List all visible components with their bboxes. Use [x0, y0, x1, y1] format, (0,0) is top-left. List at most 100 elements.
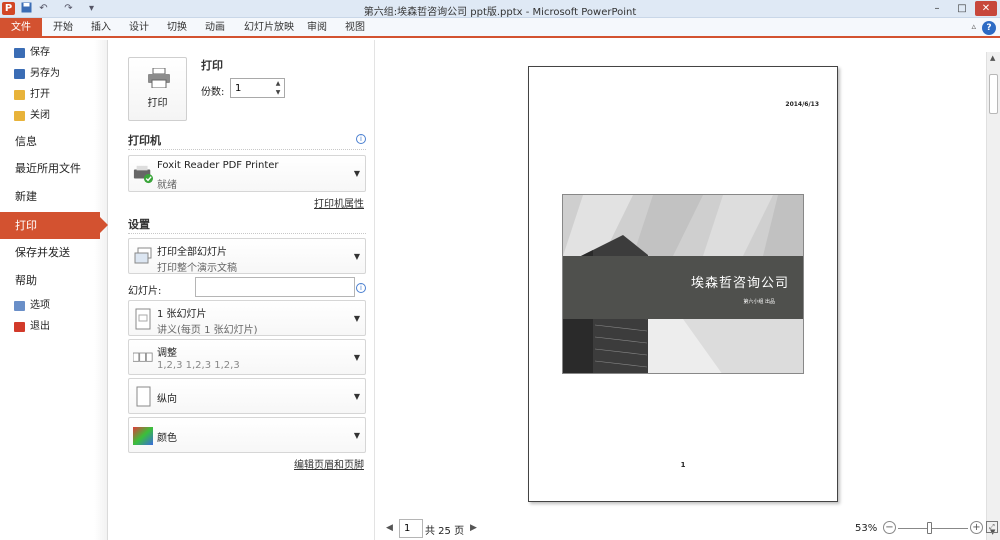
title-bar: P ↶ ↷ ▾ 第六组:埃森哲咨询公司 ppt版.pptx - Microsof… — [0, 0, 1000, 18]
tab-file[interactable]: 文件 — [0, 18, 42, 38]
tab-animations[interactable]: 动画 — [205, 18, 225, 38]
nav-tab-help[interactable]: 帮助 — [0, 267, 108, 294]
nav-tab-recent[interactable]: 最近所用文件 — [0, 155, 108, 182]
zoom-level[interactable]: 53% — [855, 523, 877, 534]
settings-heading: 设置 — [128, 218, 150, 231]
options-icon — [14, 301, 25, 311]
print-preview: 2014/6/13 埃森哲咨询公司 第六小组 出品 1 ▲ ▼ ◀ 1 共 25… — [376, 40, 1000, 540]
nav-close-label: 关闭 — [30, 110, 50, 121]
nav-tab-info[interactable]: 信息 — [0, 128, 108, 155]
handout-icon — [135, 308, 151, 330]
slides-input[interactable] — [195, 277, 355, 297]
nav-tab-new[interactable]: 新建 — [0, 183, 108, 210]
nav-open[interactable]: 打开 — [0, 85, 108, 105]
collate-main: 调整 — [157, 348, 177, 359]
zoom-in-icon[interactable]: + — [970, 521, 983, 534]
print-settings-panel: 打印 打印 份数: ▲▼ 打印机 i Foxit Reader PDF Prin… — [108, 40, 375, 540]
chevron-down-icon: ▼ — [353, 353, 360, 362]
print-range-dropdown[interactable]: 打印全部幻灯片 打印整个演示文稿 ▼ — [128, 238, 366, 274]
print-range-main: 打印全部幻灯片 — [157, 247, 227, 258]
save-icon — [14, 48, 25, 58]
layout-dropdown[interactable]: 1 张幻灯片 讲义(每页 1 张幻灯片) ▼ — [128, 300, 366, 336]
page-number: 1 — [680, 461, 686, 469]
nav-save[interactable]: 保存 — [0, 43, 108, 63]
tab-review[interactable]: 审阅 — [307, 18, 327, 38]
minimize-button[interactable]: – — [926, 1, 948, 16]
tab-slideshow[interactable]: 幻灯片放映 — [244, 18, 294, 38]
printer-icon — [133, 165, 153, 184]
printer-dropdown[interactable]: Foxit Reader PDF Printer 就绪 ▼ — [128, 155, 366, 192]
zoom-slider-thumb[interactable] — [926, 522, 932, 534]
nav-save-as-label: 另存为 — [30, 68, 60, 79]
print-button[interactable]: 打印 — [128, 57, 187, 121]
print-button-label: 打印 — [147, 98, 168, 109]
slide-subtitle: 第六小组 出品 — [743, 299, 775, 305]
collate-sub: 1,2,3 1,2,3 1,2,3 — [157, 360, 240, 371]
printer-status: 就绪 — [157, 180, 177, 191]
nav-tab-save-send[interactable]: 保存并发送 — [0, 239, 108, 266]
chevron-down-icon: ▼ — [353, 252, 360, 261]
close-folder-icon — [14, 111, 25, 121]
tab-design[interactable]: 设计 — [129, 18, 149, 38]
help-icon[interactable]: ? — [982, 21, 996, 35]
tab-insert[interactable]: 插入 — [91, 18, 111, 38]
nav-exit[interactable]: 退出 — [0, 317, 108, 337]
orientation-dropdown[interactable]: 纵向 ▼ — [128, 378, 366, 414]
printer-name: Foxit Reader PDF Printer — [157, 160, 279, 171]
color-icon — [133, 427, 153, 445]
collapse-ribbon-icon[interactable]: ▵ — [971, 22, 976, 32]
preview-scrollbar[interactable]: ▲ ▼ — [986, 52, 1000, 540]
maximize-button[interactable]: □ — [951, 1, 973, 16]
total-pages: 共 25 页 — [425, 526, 465, 537]
nav-open-label: 打开 — [30, 89, 50, 100]
chevron-down-icon: ▼ — [353, 169, 360, 178]
divider — [128, 233, 366, 234]
tab-transitions[interactable]: 切换 — [167, 18, 187, 38]
collate-dropdown[interactable]: 调整 1,2,3 1,2,3 1,2,3 ▼ — [128, 339, 366, 375]
slide-thumbnail: 埃森哲咨询公司 第六小组 出品 — [562, 194, 804, 374]
open-folder-icon — [14, 90, 25, 100]
nav-options-label: 选项 — [30, 300, 50, 311]
nav-options[interactable]: 选项 — [0, 296, 108, 316]
previous-page-icon[interactable]: ◀ — [386, 523, 393, 533]
tab-home[interactable]: 开始 — [53, 18, 73, 38]
nav-save-as[interactable]: 另存为 — [0, 64, 108, 84]
divider — [128, 149, 366, 150]
info-icon[interactable]: i — [356, 283, 366, 293]
close-button[interactable]: ✕ — [975, 1, 997, 16]
layout-sub: 讲义(每页 1 张幻灯片) — [157, 325, 258, 336]
print-range-sub: 打印整个演示文稿 — [157, 263, 237, 274]
ribbon-tabs: 文件 开始 插入 设计 切换 动画 幻灯片放映 审阅 视图 ▵ ? — [0, 18, 1000, 38]
scroll-up-icon[interactable]: ▲ — [990, 54, 995, 62]
current-page-input[interactable] — [399, 519, 423, 538]
slides-label: 幻灯片: — [128, 286, 162, 297]
printer-properties-link[interactable]: 打印机属性 — [314, 195, 364, 210]
copies-field: ▲▼ — [230, 78, 285, 98]
fit-to-window-icon[interactable]: ⤢ — [986, 521, 998, 533]
print-heading: 打印 — [201, 59, 223, 72]
nav-tab-print[interactable]: 打印 — [0, 212, 108, 239]
nav-save-label: 保存 — [30, 47, 50, 58]
color-dropdown[interactable]: 颜色 ▼ — [128, 417, 366, 453]
portrait-icon — [136, 386, 151, 407]
nav-close[interactable]: 关闭 — [0, 106, 108, 126]
collate-icon — [133, 352, 153, 362]
next-page-icon[interactable]: ▶ — [470, 523, 477, 533]
scrollbar-thumb[interactable] — [989, 74, 998, 114]
edit-header-footer-link[interactable]: 编辑页眉和页脚 — [294, 456, 364, 471]
printer-heading: 打印机 — [128, 134, 161, 147]
zoom-out-icon[interactable]: − — [883, 521, 896, 534]
slide-title: 埃森哲咨询公司 — [690, 276, 789, 291]
copies-spinner[interactable]: ▲ ▼ — [272, 79, 284, 97]
chevron-down-icon: ▼ — [353, 431, 360, 440]
tab-view[interactable]: 视图 — [345, 18, 365, 38]
copies-label: 份数: — [201, 87, 225, 98]
info-icon[interactable]: i — [356, 134, 366, 144]
zoom-slider-track[interactable] — [898, 528, 968, 529]
window-title: 第六组:埃森哲咨询公司 ppt版.pptx - Microsoft PowerP… — [363, 7, 637, 18]
nav-exit-label: 退出 — [30, 321, 50, 332]
preview-page: 2014/6/13 埃森哲咨询公司 第六小组 出品 1 — [528, 66, 838, 502]
orientation-label: 纵向 — [157, 394, 177, 405]
copies-input[interactable] — [231, 79, 271, 97]
exit-icon — [14, 322, 25, 332]
